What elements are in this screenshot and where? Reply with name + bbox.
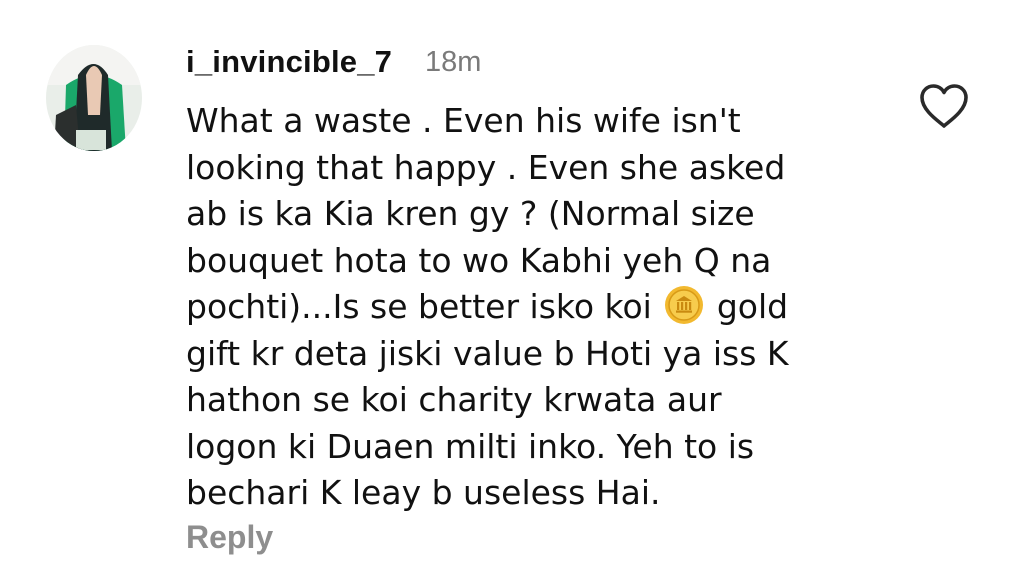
coin-emoji-icon bbox=[664, 285, 704, 325]
like-button[interactable] bbox=[918, 82, 970, 130]
comment-line-part: gold bbox=[716, 287, 789, 326]
username[interactable]: i_invincible_7 bbox=[186, 42, 392, 82]
comment-line: hathon se koi charity krwata aur bbox=[186, 380, 722, 419]
heart-outline-icon bbox=[920, 84, 968, 128]
comment-line: What a waste . Even his wife isn't bbox=[186, 101, 741, 140]
reply-button[interactable]: Reply bbox=[186, 515, 273, 559]
comment-line: bouquet hota to wo Kabhi yeh Q na bbox=[186, 240, 772, 280]
comment-timestamp: 18m bbox=[425, 46, 482, 78]
comment-line: ab is ka Kia kren gy ? (Normal size bbox=[186, 194, 755, 233]
comment-item: i_invincible_7 18m What a waste . Even h… bbox=[0, 0, 1024, 573]
comment-text: What a waste . Even his wife isn't looki… bbox=[186, 98, 886, 517]
comment-line: gift kr deta jiski value b Hoti ya iss K bbox=[186, 333, 789, 373]
comment-line: bechari K leay b useless Hai. bbox=[186, 473, 661, 512]
user-avatar[interactable] bbox=[46, 45, 142, 151]
comment-line: pochti)...Is se better isko koi gold bbox=[186, 284, 886, 331]
comment-line: looking that happy . Even she asked bbox=[186, 147, 786, 187]
comment-line: logon ki Duaen milti inko. Yeh to is bbox=[186, 426, 755, 466]
avatar-image bbox=[46, 45, 142, 151]
comment-line-part: pochti)...Is se better isko koi bbox=[186, 287, 652, 326]
